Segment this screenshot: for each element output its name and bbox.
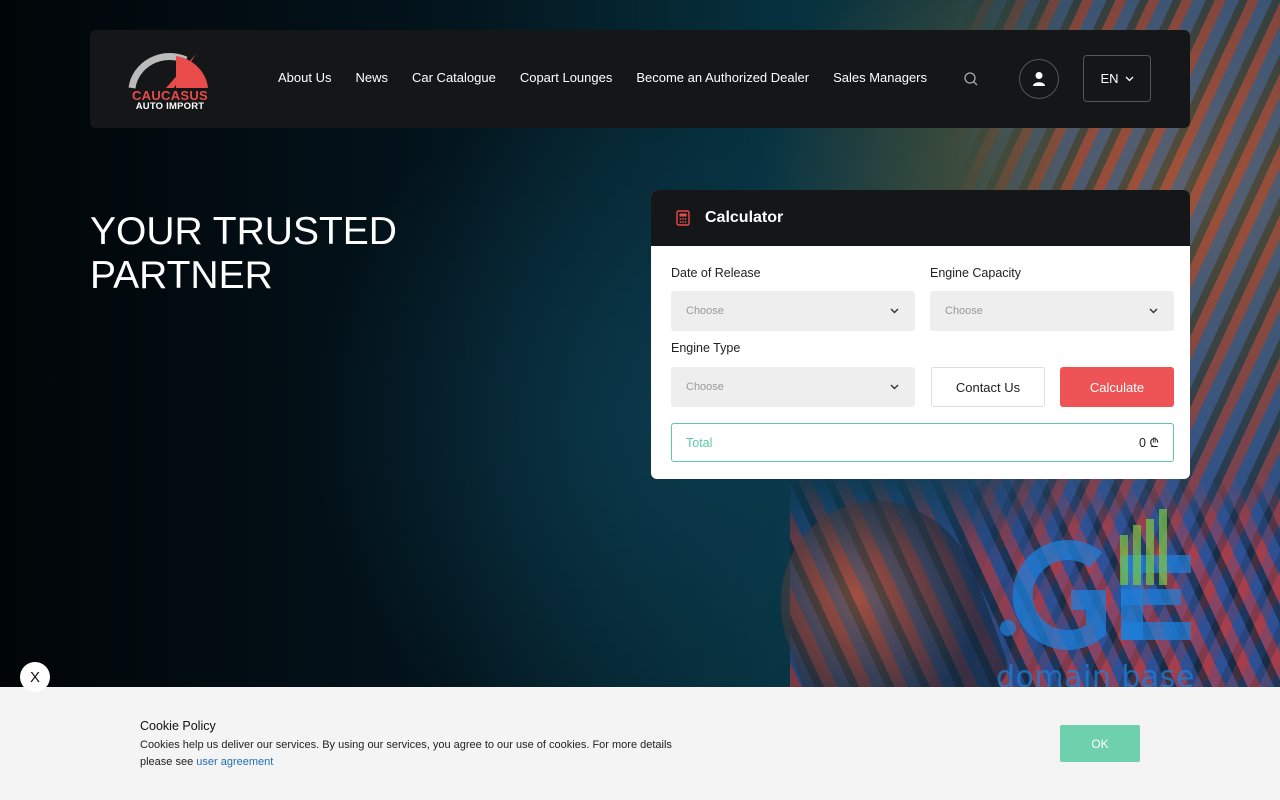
chevron-down-icon [890, 384, 899, 390]
chevron-down-icon [1149, 308, 1158, 314]
logo-name-line2: AUTO IMPORT [135, 101, 205, 112]
engine-type-label: Engine Type [671, 341, 741, 355]
close-cookie-button[interactable]: X [20, 662, 50, 692]
date-of-release-select[interactable]: Choose [671, 291, 915, 331]
speedometer-logo-icon [128, 53, 208, 89]
ge-logo-icon [1000, 509, 1191, 650]
cookie-banner: Cookie Policy Cookies help us deliver ou… [0, 687, 1280, 800]
calculator-panel: Calculator Date of Release Choose Engine… [651, 190, 1190, 479]
logo[interactable]: CAUCASUS AUTO IMPORT [128, 50, 212, 112]
site-header: CAUCASUS AUTO IMPORT About Us News Car C… [90, 30, 1190, 128]
calculate-button[interactable]: Calculate [1060, 367, 1174, 407]
domain-base-watermark: domain base [996, 505, 1196, 695]
nav-sales-managers[interactable]: Sales Managers [833, 70, 927, 85]
engine-type-value: Choose [686, 381, 724, 393]
hero-title: YOUR TRUSTED PARTNER [90, 210, 397, 297]
date-of-release-value: Choose [686, 305, 724, 317]
language-label: EN [1100, 71, 1119, 86]
nav-become-dealer[interactable]: Become an Authorized Dealer [636, 70, 809, 85]
engine-capacity-label: Engine Capacity [930, 266, 1022, 280]
chevron-down-icon [1125, 76, 1133, 81]
nav-car-catalogue[interactable]: Car Catalogue [412, 70, 496, 85]
chevron-down-icon [890, 308, 899, 314]
cookie-title: Cookie Policy [140, 719, 216, 733]
total-value: 0 ₾ [1138, 436, 1159, 450]
total-display: Total 0 ₾ [671, 423, 1174, 462]
cookie-ok-button[interactable]: OK [1060, 725, 1140, 762]
user-icon [1033, 72, 1045, 86]
nav-news[interactable]: News [355, 70, 388, 85]
date-of-release-label: Date of Release [671, 266, 761, 280]
user-agreement-link[interactable]: user agreement [196, 756, 273, 768]
total-label: Total [686, 435, 713, 450]
engine-capacity-value: Choose [945, 305, 983, 317]
nav-copart-lounges[interactable]: Copart Lounges [520, 70, 613, 85]
nav-about-us[interactable]: About Us [278, 70, 331, 85]
cookie-text: Cookies help us deliver our services. By… [140, 737, 700, 771]
main-nav: About Us News Car Catalogue Copart Loung… [278, 70, 951, 85]
search-icon[interactable] [963, 71, 979, 87]
engine-type-select[interactable]: Choose [671, 367, 915, 407]
calculator-title: Calculator [705, 209, 784, 226]
contact-us-button[interactable]: Contact Us [931, 367, 1045, 407]
account-button[interactable] [1019, 59, 1059, 99]
engine-capacity-select[interactable]: Choose [930, 291, 1174, 331]
language-selector[interactable]: EN [1083, 55, 1151, 102]
calculator-header: Calculator [651, 190, 1190, 246]
calculator-icon [676, 210, 690, 226]
